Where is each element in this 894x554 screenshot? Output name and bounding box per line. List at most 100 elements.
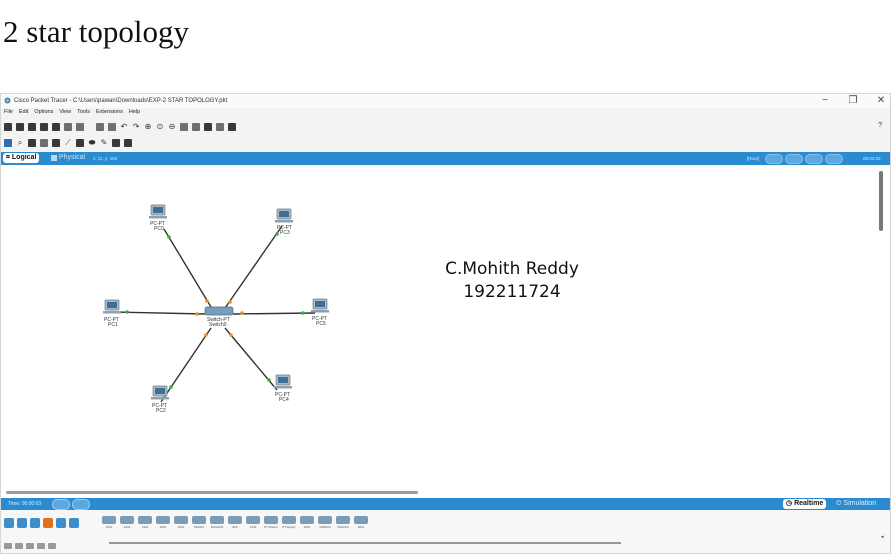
device-item[interactable]: 2621XM <box>336 516 350 529</box>
place-note-icon[interactable] <box>52 138 60 147</box>
realtime-label: Realtime <box>794 500 824 507</box>
simulation-mode-tab[interactable]: ⏲ Simulation <box>836 499 876 509</box>
tab-logical[interactable]: ⌗ Logical <box>3 153 40 163</box>
hubs-icon[interactable] <box>26 543 34 549</box>
router-icon <box>282 516 296 524</box>
menu-extensions[interactable]: Extensions <box>96 109 123 118</box>
custom-device-icon[interactable] <box>76 122 84 131</box>
set-tiled-background-button[interactable] <box>785 154 803 164</box>
power-cycle-button[interactable] <box>52 499 70 510</box>
root-label[interactable]: [Root] <box>747 154 759 163</box>
device-panel: 4321 4331 1941 2901 2911 819IOX 819HGW 8… <box>1 510 890 553</box>
device-item[interactable]: 819IOX <box>192 516 206 529</box>
device-item[interactable]: 4321 <box>102 516 116 529</box>
add-complex-pdu-icon[interactable] <box>124 138 132 147</box>
security-icon[interactable] <box>48 543 56 549</box>
inspect-icon[interactable]: ⌕ <box>16 138 24 147</box>
drawing-palette-icon[interactable] <box>180 122 188 131</box>
scroll-right-icon[interactable]: ◂ <box>881 534 884 540</box>
device-subcategories <box>4 543 56 549</box>
menu-view[interactable]: View <box>59 109 71 118</box>
navigation-button[interactable] <box>765 154 783 164</box>
network-info-icon[interactable] <box>64 122 72 131</box>
image-icon[interactable] <box>228 122 236 131</box>
menu-tools[interactable]: Tools <box>77 109 90 118</box>
custom-devices-dialog-icon[interactable] <box>192 122 200 131</box>
wireless-icon[interactable] <box>37 543 45 549</box>
packet-tracer-icon <box>4 97 11 104</box>
open-folder-icon[interactable] <box>16 122 24 131</box>
switches-icon[interactable] <box>15 543 23 549</box>
link-pc2[interactable] <box>160 327 212 403</box>
maximize-button[interactable]: ❐ <box>848 95 858 106</box>
draw-ellipse-icon[interactable]: ⬬ <box>88 138 96 147</box>
network-devices-icon[interactable] <box>4 518 14 528</box>
zoom-in-icon[interactable]: ⊕ <box>144 122 152 131</box>
clock-label: 00:01:03 <box>863 156 881 161</box>
horizontal-scrollbar[interactable] <box>6 491 418 494</box>
pc-node-pc1[interactable]: PC-PT PC1 <box>103 299 121 328</box>
logical-workspace[interactable]: Switch-PT Switch0 PC-PT PC0 PC-PT PC3 PC… <box>1 165 890 498</box>
device-item[interactable]: 2811 <box>354 516 368 529</box>
draw-line-icon[interactable]: ⟋ <box>64 138 72 147</box>
link-light-pc0 <box>167 235 171 239</box>
device-item[interactable]: 829 <box>228 516 242 529</box>
device-item[interactable]: 1841 <box>300 516 314 529</box>
device-list-scrollbar[interactable] <box>109 542 621 544</box>
menu-edit[interactable]: Edit <box>19 109 28 118</box>
realtime-mode-tab[interactable]: ◷ Realtime <box>783 499 827 509</box>
device-item[interactable]: 2901 <box>156 516 170 529</box>
tab-physical[interactable]: Physical <box>51 153 85 163</box>
vertical-scrollbar[interactable] <box>879 171 883 231</box>
add-simple-pdu-icon[interactable] <box>112 138 120 147</box>
device-item[interactable]: 819HGW <box>210 516 224 529</box>
router-icon <box>246 516 260 524</box>
device-item[interactable]: 1941 <box>138 516 152 529</box>
multiuser-icon[interactable] <box>69 518 79 528</box>
link-pc3[interactable] <box>222 225 283 312</box>
undo-icon[interactable]: ↶ <box>120 122 128 131</box>
device-item[interactable]: 2620XM <box>318 516 332 529</box>
time-display: Time: 00:00:03 <box>8 501 42 507</box>
select-icon[interactable] <box>4 138 12 147</box>
device-item[interactable]: PT-Empty <box>282 516 296 529</box>
freeform-icon[interactable]: ✎ <box>100 138 108 147</box>
resize-shape-icon[interactable] <box>40 138 48 147</box>
device-item[interactable]: 2911 <box>174 516 188 529</box>
end-devices-icon[interactable] <box>17 518 27 528</box>
menu-help[interactable]: Help <box>129 109 140 118</box>
device-item[interactable]: 4331 <box>120 516 134 529</box>
zoom-reset-icon[interactable]: ⊙ <box>156 122 164 131</box>
viewport-button[interactable] <box>805 154 823 164</box>
fast-forward-button[interactable] <box>72 499 90 510</box>
help-icon[interactable]: ? <box>878 122 882 129</box>
paste-icon[interactable] <box>108 122 116 131</box>
pdu-list-icon[interactable] <box>204 122 212 131</box>
device-item[interactable]: PT-Router <box>264 516 278 529</box>
copy-icon[interactable] <box>96 122 104 131</box>
menu-file[interactable]: File <box>4 109 13 118</box>
environment-button[interactable] <box>825 154 843 164</box>
link-light-sw-pc3 <box>228 300 232 304</box>
minimize-button[interactable]: − <box>820 95 830 106</box>
delete-icon[interactable] <box>28 138 36 147</box>
switch-node[interactable]: Switch-PT Switch0 <box>204 306 234 328</box>
draw-rectangle-icon[interactable] <box>76 138 84 147</box>
connections-icon[interactable] <box>43 518 53 528</box>
redo-icon[interactable]: ↷ <box>132 122 140 131</box>
routers-icon[interactable] <box>4 543 12 549</box>
save-icon[interactable] <box>28 122 36 131</box>
new-file-icon[interactable] <box>4 122 12 131</box>
print-icon[interactable] <box>40 122 48 131</box>
menu-options[interactable]: Options <box>34 109 53 118</box>
zoom-out-icon[interactable]: ⊖ <box>168 122 176 131</box>
device-item[interactable]: 1240 <box>246 516 260 529</box>
components-icon[interactable] <box>30 518 40 528</box>
activity-wizard-icon[interactable] <box>52 122 60 131</box>
misc-icon[interactable] <box>56 518 66 528</box>
pc-node-pc2[interactable]: PC-PT PC2 <box>151 385 169 414</box>
network-view-icon[interactable] <box>216 122 224 131</box>
router-icon <box>138 516 152 524</box>
pc-node-pc0[interactable]: PC-PT PC0 <box>149 204 167 232</box>
close-button[interactable]: ✕ <box>876 95 886 106</box>
